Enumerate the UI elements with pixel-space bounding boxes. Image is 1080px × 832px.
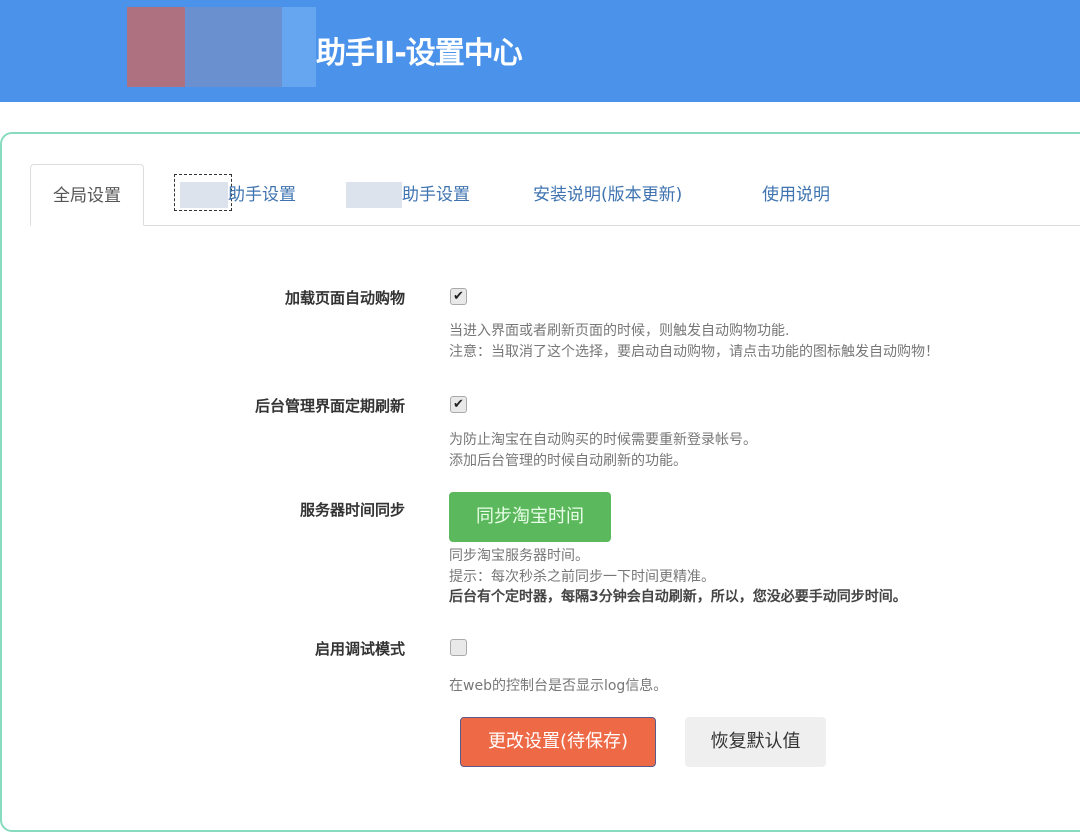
setting-label: 后台管理界面定期刷新 — [255, 395, 405, 416]
page-title: 助手II-设置中心 — [316, 28, 522, 72]
logo-block — [282, 7, 316, 87]
setting-label: 加载页面自动购物 — [285, 287, 405, 308]
tab-global-settings[interactable]: 全局设置 — [30, 164, 144, 226]
setting-help: 为防止淘宝在自动购买的时候需要重新登录帐号。添加后台管理的时候自动刷新的功能。 — [449, 430, 757, 471]
logo-block — [127, 7, 185, 87]
header: 助手II-设置中心 — [0, 0, 1080, 102]
logo-block — [185, 7, 282, 87]
setting-help: 同步淘宝服务器时间。提示：每次秒杀之前同步一下时间更精准。后台有个定时器，每隔3… — [449, 546, 907, 608]
setting-help: 当进入界面或者刷新页面的时候，则触发自动购物功能.注意：当取消了这个选择，要启动… — [449, 321, 939, 362]
setting-label: 服务器时间同步 — [300, 499, 405, 520]
tab-bar: 全局设置 助手设置 助手设置 安装说明(版本更新) 使用说明 — [30, 164, 1080, 226]
auto-shop-checkbox[interactable]: ✔ — [450, 288, 467, 305]
reset-defaults-button[interactable]: 恢复默认值 — [685, 717, 826, 767]
tab-usage[interactable]: 使用说明 — [762, 164, 830, 226]
sync-time-button[interactable]: 同步淘宝时间 — [449, 492, 611, 542]
tab-install-notes[interactable]: 安装说明(版本更新) — [533, 164, 682, 226]
debug-mode-checkbox[interactable] — [450, 639, 467, 656]
tab-label: 助手设置 — [402, 185, 470, 205]
tab-assistant-settings-1[interactable]: 助手设置 — [180, 164, 296, 226]
save-settings-button[interactable]: 更改设置(待保存) — [460, 717, 656, 767]
setting-label: 启用调试模式 — [315, 638, 405, 659]
tab-assistant-settings-2[interactable]: 助手设置 — [346, 164, 470, 226]
setting-help: 在web的控制台是否显示log信息。 — [449, 676, 667, 697]
auto-refresh-checkbox[interactable]: ✔ — [450, 396, 467, 413]
tab-label: 助手设置 — [228, 185, 296, 205]
